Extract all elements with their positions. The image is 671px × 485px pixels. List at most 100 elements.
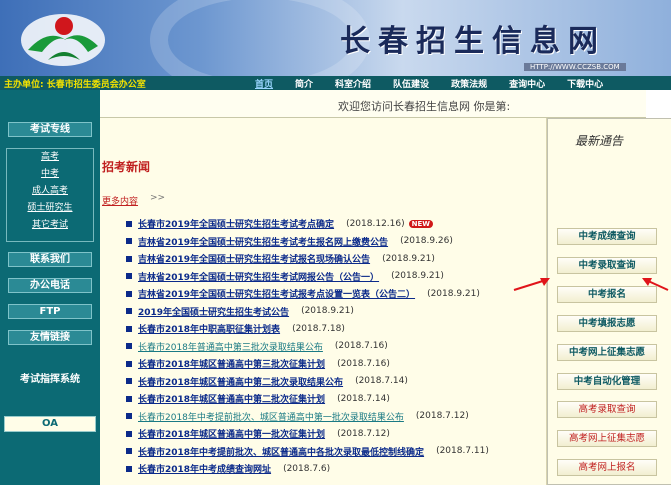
latest-notice-title: 最新通告 [575,134,624,148]
site-url: HTTP://WWW.CCZSB.COM [524,63,626,71]
bullet-icon [126,430,132,437]
link-gaokao[interactable]: 高考 [7,149,93,166]
news-item: 长春市2018年中考成绩查询网址 (2018.7.6) [126,460,544,478]
nav-team[interactable]: 队伍建设 [393,77,429,90]
bullet-icon [126,238,132,245]
quick-link-button[interactable]: 高考录取查询 [557,401,657,418]
bullet-icon [126,343,132,350]
nav-home[interactable]: 首页 [255,77,273,90]
main-nav: 首页 简介 科室介绍 队伍建设 政策法规 查询中心 下载中心 [255,77,625,90]
nav-intro[interactable]: 简介 [295,77,313,90]
site-title: 长春招生信息网 [340,24,606,59]
bullet-icon [126,465,132,472]
more-arrow-icon: >> [150,193,166,203]
news-item: 长春市2018年中职高职征集计划表 (2018.7.18) [126,320,544,338]
news-title-link[interactable]: 长春市2018年城区普通高中第二批次录取结果公布 [138,375,343,388]
news-panel: 招考新闻 更多内容 >> 长春市2019年全国硕士研究生招生考试考点确定 (201… [100,118,546,485]
news-date: (2018.7.14) [337,393,390,404]
nav-departments[interactable]: 科室介绍 [335,77,371,90]
site-banner: 长春招生信息网 HTTP://WWW.CCZSB.COM [0,0,671,76]
friend-links-header: 友情链接 [8,330,92,345]
bullet-icon [126,395,132,402]
news-item: 吉林省2019年全国硕士研究生招生考试报名现场确认公告 (2018.9.21) [126,250,544,268]
link-adult-exam[interactable]: 成人高考 [7,183,93,200]
right-sidebar: 最新通告 中考成绩查询 中考录取查询 中考报名 中考填报志愿 中考网上征集志愿 中考自动化… [546,118,671,485]
news-title-link[interactable]: 长春市2018年城区普通高中第三批次征集计划 [138,357,325,370]
quick-link-button[interactable]: 中考成绩查询 [557,228,657,245]
news-date: (2018.7.16) [337,358,390,369]
host-unit: 主办单位: 长春市招生委员会办公室 [4,80,146,90]
bullet-icon [126,290,132,297]
bullet-icon [126,325,132,332]
news-date: (2018.7.6) [283,463,331,474]
link-zhongkao[interactable]: 中考 [7,166,93,183]
bullet-icon [126,448,132,455]
news-date: (2018.9.21) [391,271,444,282]
bullet-icon [126,308,132,315]
news-item: 吉林省2019年全国硕士研究生招生考试网报公告（公告一） (2018.9.21) [126,268,544,286]
news-date: (2018.9.21) [382,253,435,264]
news-date: (2018.7.11) [436,446,489,457]
office-phone-link[interactable]: 办公电话 [8,278,92,293]
news-item: 长春市2018年城区普通高中第二批次征集计划 (2018.7.14) [126,390,544,408]
bullet-icon [126,220,132,227]
quick-link-button[interactable]: 中考自动化管理 [557,373,657,390]
news-date: (2018.7.12) [337,428,390,439]
news-item: 长春市2018年中考提前批次、城区普通高中各批次录取最低控制线确定 (2018.7… [126,443,544,461]
bullet-icon [126,413,132,420]
news-title-link[interactable]: 吉林省2019年全国硕士研究生招生考试报考点设置一览表（公告二） [138,287,415,300]
news-item: 长春市2018年城区普通高中第二批次录取结果公布 (2018.7.14) [126,373,544,391]
news-title-link[interactable]: 长春市2018年中考提前批次、城区普通高中各批次录取最低控制线确定 [138,445,424,458]
exam-links-list: 高考 中考 成人高考 硕士研究生 其它考试 [6,148,94,242]
news-date: (2018.9.26) [400,236,453,247]
news-item: 2019年全国硕士研究生招生考试公告 (2018.9.21) [126,303,544,321]
news-title-link[interactable]: 长春市2018年城区普通高中第一批次征集计划 [138,427,325,440]
bullet-icon [126,360,132,367]
news-item: 长春市2018年城区普通高中第一批次征集计划 (2018.7.12) [126,425,544,443]
right-annotation-arrow-icon [642,278,669,291]
news-title-link[interactable]: 吉林省2019年全国硕士研究生招生考试报名现场确认公告 [138,252,370,265]
quick-link-button[interactable]: 中考录取查询 [557,257,657,274]
nav-policies[interactable]: 政策法规 [451,77,487,90]
quick-link-button[interactable]: 中考网上征集志愿 [557,344,657,361]
news-item: 长春市2018年普通高中第三批次录取结果公布 (2018.7.16) [126,338,544,356]
news-title-link[interactable]: 吉林省2019年全国硕士研究生招生考试网报公告（公告一） [138,270,379,283]
bullet-icon [126,273,132,280]
news-title-link[interactable]: 长春市2018年中职高职征集计划表 [138,322,280,335]
news-item: 长春市2018年城区普通高中第三批次征集计划 (2018.7.16) [126,355,544,373]
link-other-exams[interactable]: 其它考试 [7,217,93,234]
link-postgraduate[interactable]: 硕士研究生 [7,200,93,217]
news-date: (2018.7.18) [292,323,345,334]
news-title-link[interactable]: 长春市2018年普通高中第三批次录取结果公布 [138,340,323,353]
oa-link[interactable]: OA [4,416,96,432]
quick-link-button[interactable]: 高考网上征集志愿 [557,430,657,447]
nav-download-center[interactable]: 下载中心 [567,77,603,90]
quick-link-button[interactable]: 中考填报志愿 [557,315,657,332]
news-date: (2018.9.21) [427,288,480,299]
quick-link-button[interactable]: 高考网上报名 [557,459,657,476]
news-item: 长春市2019年全国硕士研究生招生考试考点确定 (2018.12.16) NEW [126,215,544,233]
nav-bar: 主办单位: 长春市招生委员会办公室 首页 简介 科室介绍 队伍建设 政策法规 查… [0,76,671,90]
news-title-link[interactable]: 2019年全国硕士研究生招生考试公告 [138,305,289,318]
contact-us-link[interactable]: 联系我们 [8,252,92,267]
news-title-link[interactable]: 长春市2019年全国硕士研究生招生考试考点确定 [138,217,334,230]
news-item: 吉林省2019年全国硕士研究生招生考试报考点设置一览表（公告二） (2018.9.… [126,285,544,303]
news-date: (2018.12.16) [346,218,405,229]
welcome-text: 欢迎您访问长春招生信息网 你是第: [338,100,511,113]
welcome-marquee: 欢迎您访问长春招生信息网 你是第: [100,90,646,118]
news-title-link[interactable]: 长春市2018年中考成绩查询网址 [138,462,271,475]
exam-command-system-link[interactable]: 考试指挥系统 [8,372,92,387]
bullet-icon [126,378,132,385]
banner-decoration [150,0,370,76]
news-title-link[interactable]: 长春市2018年城区普通高中第二批次征集计划 [138,392,325,405]
news-date: (2018.9.21) [301,306,354,317]
news-title-link[interactable]: 长春市2018年中考提前批次、城区普通高中第一批次录取结果公布 [138,410,404,423]
news-date: (2018.7.12) [415,411,469,422]
news-item: 长春市2018年中考提前批次、城区普通高中第一批次录取结果公布 (2018.7.1… [126,408,544,426]
more-link[interactable]: 更多内容 [102,194,138,207]
news-title-link[interactable]: 吉林省2019年全国硕士研究生招生考试考生报名网上缴费公告 [138,235,388,248]
nav-query-center[interactable]: 查询中心 [509,77,545,90]
bullet-icon [126,255,132,262]
news-section-title: 招考新闻 [102,160,151,174]
ftp-link[interactable]: FTP [8,304,92,319]
